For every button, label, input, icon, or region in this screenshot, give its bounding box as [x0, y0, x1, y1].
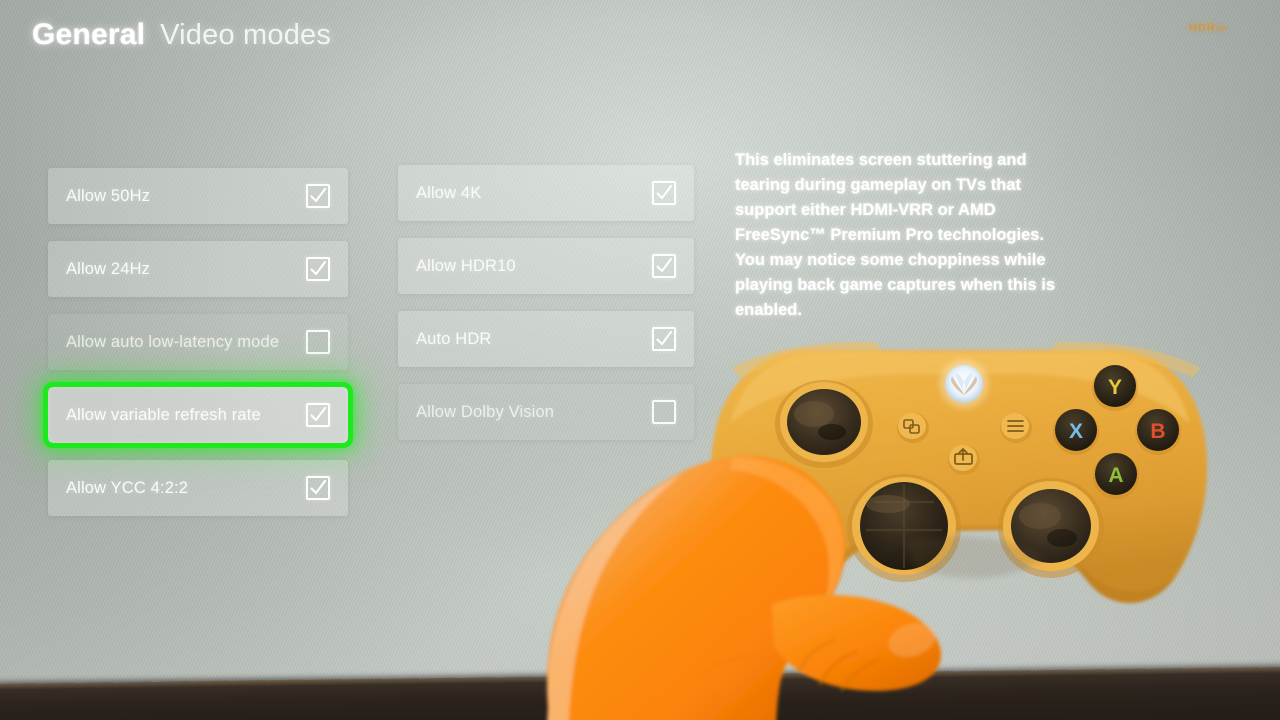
hdr-badge-label: HDR: [1189, 21, 1217, 35]
checkbox-auto-hdr[interactable]: [652, 327, 676, 351]
svg-text:A: A: [1108, 464, 1123, 487]
setting-row-allow-4k[interactable]: Allow 4K: [398, 165, 694, 221]
check-icon: [308, 186, 328, 206]
menu-button-icon[interactable]: [1000, 413, 1032, 443]
checkbox-allow-auto-low-latency-mode[interactable]: [306, 330, 330, 354]
svg-text:B: B: [1150, 420, 1165, 443]
setting-row-allow-ycc-422[interactable]: Allow YCC 4:2:2: [48, 460, 348, 516]
setting-label: Allow HDR10: [416, 256, 516, 275]
checkbox-allow-ycc-422[interactable]: [306, 476, 330, 500]
checkbox-allow-24hz[interactable]: [306, 257, 330, 281]
setting-label: Allow Dolby Vision: [416, 402, 555, 421]
checkbox-allow-variable-refresh-rate[interactable]: [306, 403, 330, 427]
setting-label: Allow 50Hz: [66, 186, 151, 205]
checkbox-allow-50hz[interactable]: [306, 184, 330, 208]
setting-row-allow-auto-low-latency-mode[interactable]: Allow auto low-latency mode: [48, 314, 348, 370]
setting-row-allow-variable-refresh-rate[interactable]: Allow variable refresh rate: [43, 382, 353, 448]
setting-label: Allow YCC 4:2:2: [66, 478, 189, 497]
check-icon: [308, 478, 328, 498]
svg-text:Y: Y: [1108, 376, 1122, 399]
setting-row-allow-24hz[interactable]: Allow 24Hz: [48, 241, 348, 297]
breadcrumb-parent[interactable]: General: [32, 18, 145, 52]
page-title: Video modes: [160, 19, 332, 51]
check-icon: [654, 256, 674, 276]
svg-text:X: X: [1069, 420, 1083, 443]
setting-label: Auto HDR: [416, 329, 492, 348]
setting-label: Allow 4K: [416, 183, 482, 202]
check-icon: [308, 259, 328, 279]
checkbox-allow-hdr10[interactable]: [652, 254, 676, 278]
setting-label: Allow variable refresh rate: [66, 405, 261, 424]
setting-row-allow-hdr10[interactable]: Allow HDR10: [398, 238, 694, 294]
setting-row-allow-50hz[interactable]: Allow 50Hz: [48, 168, 348, 224]
setting-row-auto-hdr[interactable]: Auto HDR: [398, 311, 694, 367]
button-x[interactable]: X: [1053, 409, 1099, 455]
hdr-badge-sublabel: 10+: [1216, 25, 1229, 33]
checkbox-allow-4k[interactable]: [652, 181, 676, 205]
setting-label: Allow auto low-latency mode: [66, 332, 280, 351]
button-y[interactable]: Y: [1092, 365, 1138, 411]
hand-holding-controller: [536, 378, 966, 720]
setting-label: Allow 24Hz: [66, 259, 151, 278]
setting-description: This eliminates screen stuttering and te…: [735, 151, 1056, 319]
check-icon: [308, 405, 328, 425]
check-icon: [654, 183, 674, 203]
button-a[interactable]: A: [1093, 453, 1139, 499]
button-b[interactable]: B: [1135, 409, 1181, 455]
hdr-badge: HDR10+: [1189, 21, 1229, 35]
breadcrumb: General Video modes: [32, 18, 331, 52]
check-icon: [654, 329, 674, 349]
settings-column-left: Allow 50Hz Allow 24Hz Allow auto low-lat…: [43, 168, 353, 516]
